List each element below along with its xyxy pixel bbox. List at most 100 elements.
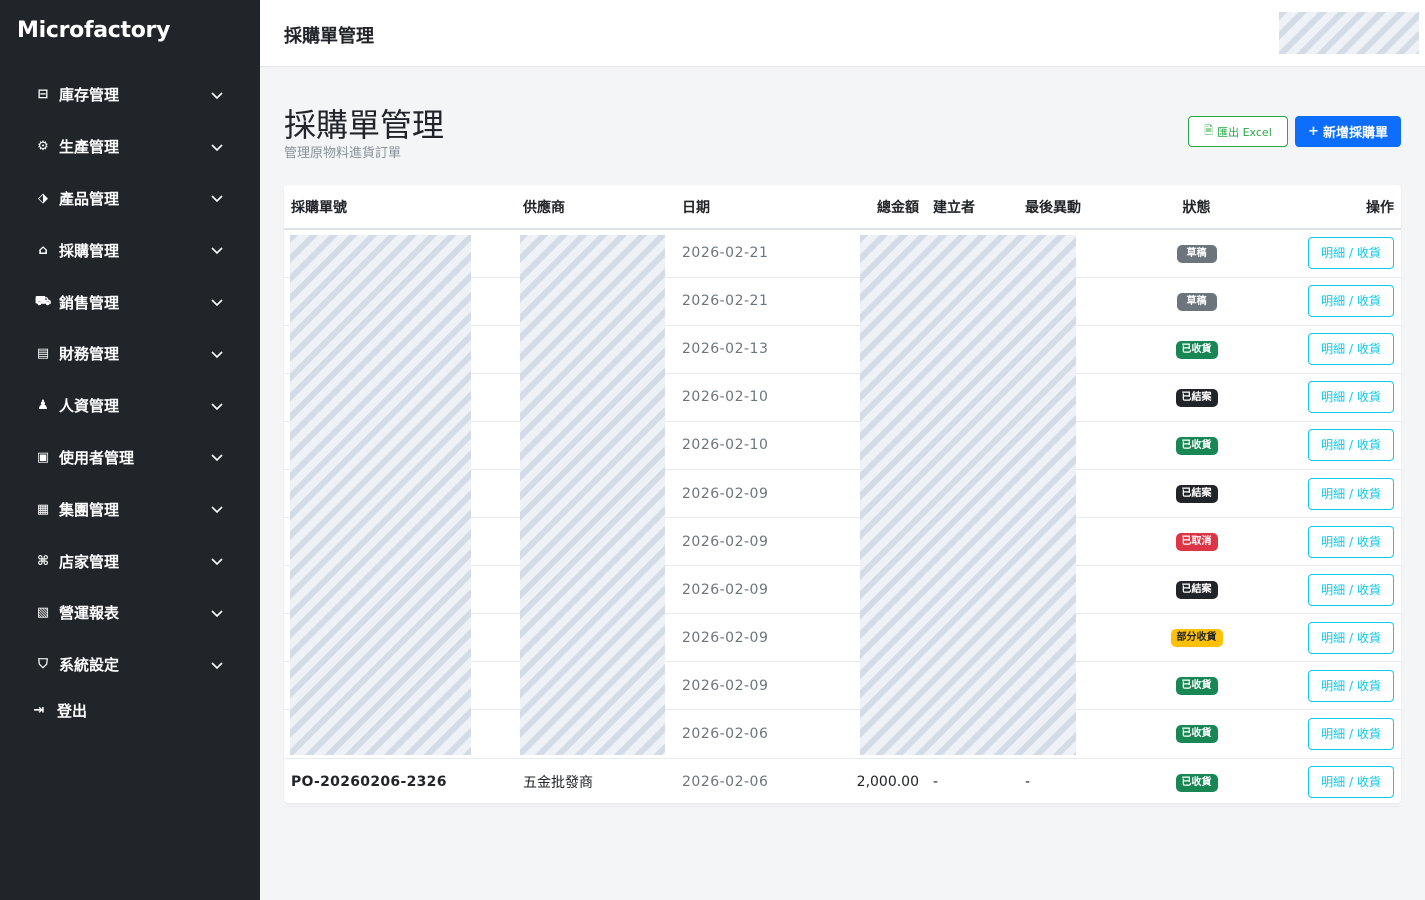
brand-logo[interactable]: Microfactory — [17, 18, 170, 43]
logout-button[interactable]: ⇥ 登出 — [0, 691, 260, 731]
building-icon: ⌂ — [38, 242, 48, 258]
table-row[interactable]: PO-20260206-2326 五金批發商 2026-02-06 2,000.00-… — [284, 758, 1401, 807]
chevron-down-icon — [211, 506, 223, 514]
sidebar-item-3[interactable]: ⌂ 採購管理 — [0, 224, 260, 276]
status-badge: 已收貨 — [1175, 725, 1218, 744]
order-date: 2026-02-09 — [675, 661, 808, 711]
detail-receive-button[interactable]: 明細 / 收貨 — [1308, 429, 1394, 462]
detail-receive-button[interactable]: 明細 / 收貨 — [1308, 285, 1394, 318]
status-badge: 已結案 — [1175, 485, 1218, 504]
chevron-down-icon — [211, 92, 223, 100]
plus-icon: + — [1308, 124, 1319, 139]
user-menu-placeholder[interactable] — [1279, 12, 1419, 54]
sidebar-item-11[interactable]: ⛉ 系統設定 — [0, 639, 260, 691]
sidebar-item-10[interactable]: ▧ 營運報表 — [0, 587, 260, 639]
status-cell: 草稿 — [1145, 277, 1248, 326]
order-date: 2026-02-13 — [675, 325, 808, 374]
detail-receive-button[interactable]: 明細 / 收貨 — [1308, 237, 1394, 270]
po-number[interactable]: PO-20260206-2326 — [284, 758, 516, 807]
ledger-icon: ▤ — [36, 346, 50, 362]
status-cell: 已結案 — [1145, 565, 1248, 615]
sidebar-item-label: 使用者管理 — [59, 448, 135, 467]
sidebar-item-label: 生產管理 — [59, 138, 120, 157]
chevron-down-icon — [211, 247, 223, 255]
order-date: 2026-02-09 — [675, 517, 808, 567]
status-badge: 已結案 — [1175, 388, 1218, 407]
new-purchase-order-button[interactable]: + 新增採購單 — [1295, 116, 1401, 147]
sidebar-item-label: 銷售管理 — [59, 293, 120, 312]
topbar-title: 採購單管理 — [284, 26, 374, 47]
tag-icon: ⬗ — [38, 190, 48, 206]
detail-receive-button[interactable]: 明細 / 收貨 — [1308, 669, 1394, 702]
col-header-po[interactable]: 採購單號 — [284, 185, 516, 230]
actions-cell: 明細 / 收貨 — [1248, 758, 1401, 807]
status-badge: 已收貨 — [1175, 773, 1218, 792]
sidebar-item-0[interactable]: ⊟ 庫存管理 — [0, 69, 260, 121]
col-header-creator[interactable]: 建立者 — [926, 185, 1018, 230]
detail-receive-button[interactable]: 明細 / 收貨 — [1308, 525, 1394, 558]
sidebar-item-9[interactable]: ⌘ 店家管理 — [0, 535, 260, 587]
sidebar-item-label: 營運報表 — [59, 604, 120, 623]
sidebar-item-label: 店家管理 — [59, 552, 120, 571]
people-icon: ♟ — [37, 398, 49, 414]
sidebar-item-5[interactable]: ▤ 財務管理 — [0, 328, 260, 380]
order-date: 2026-02-10 — [675, 421, 808, 470]
sidebar-item-1[interactable]: ⚙ 生產管理 — [0, 121, 260, 173]
sidebar: Microfactory ⊟ 庫存管理 ⚙ 生產管理 ⬗ 產品管理 ⌂ 採購管理 ⛟ 銷售管理 ▤ 財… — [0, 0, 260, 900]
document-icon: ▦ — [36, 501, 50, 517]
sidebar-item-8[interactable]: ▦ 集團管理 — [0, 483, 260, 535]
sidebar-item-label: 產品管理 — [59, 189, 120, 208]
chevron-down-icon — [211, 558, 223, 566]
detail-receive-button[interactable]: 明細 / 收貨 — [1308, 381, 1394, 414]
export-excel-button[interactable]: 🗎 匯出 Excel — [1188, 116, 1288, 147]
redacted-total-creator-column — [860, 235, 1076, 755]
detail-receive-button[interactable]: 明細 / 收貨 — [1308, 717, 1394, 750]
actions-cell: 明細 / 收貨 — [1248, 325, 1401, 374]
order-date: 2026-02-21 — [675, 277, 808, 326]
sidebar-item-4[interactable]: ⛟ 銷售管理 — [0, 276, 260, 328]
chevron-down-icon — [211, 662, 223, 669]
col-header-total[interactable]: 總金額 — [808, 185, 926, 230]
topbar: 採購單管理 — [260, 0, 1425, 67]
cart-icon: ⛟ — [34, 293, 52, 309]
detail-receive-button[interactable]: 明細 / 收貨 — [1308, 477, 1394, 510]
last-modified: - — [1018, 758, 1145, 807]
sidebar-item-label: 人資管理 — [59, 397, 120, 416]
chevron-down-icon — [211, 403, 223, 410]
order-date: 2026-02-10 — [675, 373, 808, 422]
order-date: 2026-02-06 — [675, 709, 808, 759]
status-badge: 已取消 — [1175, 533, 1218, 552]
status-badge: 已結案 — [1175, 581, 1218, 600]
actions-cell: 明細 / 收貨 — [1248, 277, 1401, 326]
box-icon: ⊟ — [37, 87, 49, 103]
shield-icon: ⛉ — [38, 657, 48, 673]
actions-cell: 明細 / 收貨 — [1248, 229, 1401, 278]
status-badge: 部分收貨 — [1170, 629, 1223, 648]
sidebar-nav: ⊟ 庫存管理 ⚙ 生產管理 ⬗ 產品管理 ⌂ 採購管理 ⛟ 銷售管理 ▤ 財務管理 ♟ 人資管理 ▣ 使用者管… — [0, 69, 260, 731]
sidebar-item-label: 系統設定 — [59, 656, 120, 675]
col-header-supplier[interactable]: 供應商 — [516, 185, 675, 230]
detail-receive-button[interactable]: 明細 / 收貨 — [1308, 621, 1394, 654]
col-header-actions: 操作 — [1248, 185, 1401, 230]
col-header-date[interactable]: 日期 — [675, 185, 808, 230]
redacted-po-column — [290, 235, 471, 755]
detail-receive-button[interactable]: 明細 / 收貨 — [1308, 333, 1394, 366]
actions-cell: 明細 / 收貨 — [1248, 709, 1401, 759]
logout-label: 登出 — [57, 702, 88, 721]
status-cell: 已收貨 — [1145, 661, 1248, 711]
sidebar-item-7[interactable]: ▣ 使用者管理 — [0, 432, 260, 484]
actions-cell: 明細 / 收貨 — [1248, 373, 1401, 422]
detail-receive-button[interactable]: 明細 / 收貨 — [1308, 766, 1394, 799]
status-cell: 部分收貨 — [1145, 613, 1248, 663]
sidebar-item-2[interactable]: ⬗ 產品管理 — [0, 173, 260, 225]
order-date: 2026-02-09 — [675, 613, 808, 663]
detail-receive-button[interactable]: 明細 / 收貨 — [1308, 573, 1394, 606]
sidebar-item-6[interactable]: ♟ 人資管理 — [0, 380, 260, 432]
order-date: 2026-02-21 — [675, 229, 808, 278]
col-header-modified[interactable]: 最後異動 — [1018, 185, 1145, 230]
actions-cell: 明細 / 收貨 — [1248, 613, 1401, 663]
col-header-status[interactable]: 狀態 — [1145, 185, 1248, 230]
order-date: 2026-02-06 — [675, 758, 808, 807]
actions-cell: 明細 / 收貨 — [1248, 469, 1401, 519]
status-cell: 已結案 — [1145, 469, 1248, 519]
